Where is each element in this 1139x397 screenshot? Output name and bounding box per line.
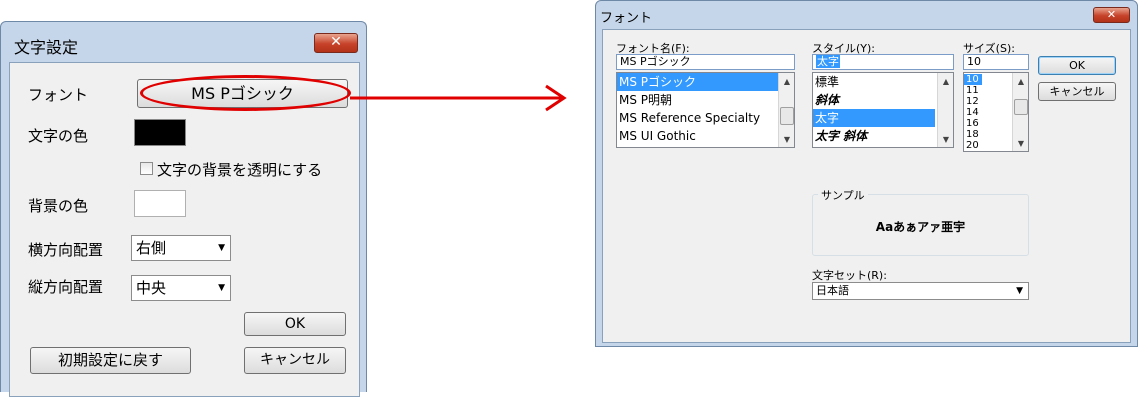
text-color-label: 文字の色 bbox=[28, 127, 89, 145]
chevron-down-icon: ▼ bbox=[218, 243, 225, 253]
scroll-down-icon[interactable]: ▼ bbox=[779, 135, 794, 144]
scroll-down-icon[interactable]: ▼ bbox=[1013, 139, 1028, 148]
list-item[interactable]: MS Reference Specialty bbox=[617, 109, 794, 127]
scrollbar[interactable]: ▲ ▼ bbox=[1012, 73, 1028, 151]
background-color-swatch[interactable] bbox=[134, 190, 186, 217]
scrollbar[interactable]: ▲ ▼ bbox=[778, 73, 794, 147]
charset-value: 日本語 bbox=[816, 284, 849, 297]
font-dialog: フォント ✕ フォント名(F): MS Pゴシック MS Pゴシック MS P明… bbox=[595, 0, 1138, 347]
font-label: フォント bbox=[28, 86, 89, 104]
vertical-align-select[interactable]: 中央 ▼ bbox=[131, 275, 231, 301]
sample-text: Aaあぁアァ亜宇 bbox=[875, 220, 966, 234]
scroll-up-icon[interactable]: ▲ bbox=[938, 77, 953, 86]
size-input[interactable]: 10 bbox=[963, 54, 1029, 70]
sample-label: サンプル bbox=[818, 187, 868, 203]
cancel-button[interactable]: キャンセル bbox=[244, 347, 346, 374]
scroll-thumb[interactable] bbox=[1014, 99, 1028, 115]
chevron-down-icon: ▼ bbox=[218, 283, 225, 293]
transparent-background-label: 文字の背景を透明にする bbox=[157, 161, 323, 179]
style-input-value: 太字 bbox=[816, 55, 840, 68]
close-button[interactable]: ✕ bbox=[314, 33, 358, 53]
dialog-client-area: フォント MS Pゴシック 文字の色 文字の背景を透明にする 背景の色 横方向配… bbox=[9, 62, 360, 397]
ok-button[interactable]: OK bbox=[244, 312, 346, 336]
list-item[interactable]: 太字 bbox=[813, 109, 935, 127]
background-color-label: 背景の色 bbox=[28, 197, 89, 215]
style-list[interactable]: 標準 斜体 太字 太字 斜体 ▲ ▼ bbox=[812, 72, 954, 148]
font-name-list[interactable]: MS Pゴシック MS P明朝 MS Reference Specialty M… bbox=[616, 72, 795, 148]
reset-defaults-button[interactable]: 初期設定に戻す bbox=[30, 347, 191, 374]
list-item[interactable]: MS UI Gothic bbox=[617, 127, 794, 145]
red-arrow bbox=[350, 84, 567, 112]
list-item[interactable]: 標準 bbox=[813, 73, 953, 91]
size-list[interactable]: 10 11 12 14 16 18 20 ▲ ▼ bbox=[963, 72, 1029, 152]
vertical-align-value: 中央 bbox=[136, 279, 167, 297]
highlight-ellipse bbox=[140, 75, 351, 111]
list-item[interactable]: MS P明朝 bbox=[617, 91, 794, 109]
scroll-down-icon[interactable]: ▼ bbox=[938, 135, 953, 144]
vertical-align-label: 縦方向配置 bbox=[28, 278, 104, 296]
list-item[interactable]: 10 bbox=[964, 74, 982, 85]
close-button[interactable]: ✕ bbox=[1093, 7, 1130, 23]
scroll-up-icon[interactable]: ▲ bbox=[1013, 77, 1028, 86]
scrollbar[interactable]: ▲ ▼ bbox=[937, 73, 953, 147]
horizontal-align-select[interactable]: 右側 ▼ bbox=[131, 235, 231, 261]
text-color-swatch[interactable] bbox=[134, 119, 186, 146]
list-item[interactable]: 斜体 bbox=[813, 91, 953, 109]
chevron-down-icon: ▼ bbox=[1016, 286, 1023, 296]
scroll-thumb[interactable] bbox=[780, 107, 794, 125]
horizontal-align-value: 右側 bbox=[136, 239, 167, 257]
style-input[interactable]: 太字 bbox=[812, 54, 954, 70]
cancel-button[interactable]: キャンセル bbox=[1038, 82, 1116, 101]
scroll-up-icon[interactable]: ▲ bbox=[779, 77, 794, 86]
charset-label: 文字セット(R): bbox=[812, 269, 887, 282]
text-settings-dialog: 文字設定 ✕ フォント MS Pゴシック 文字の色 文字の背景を透明にする 背景… bbox=[0, 21, 367, 397]
dialog-client-area: フォント名(F): MS Pゴシック MS Pゴシック MS P明朝 MS Re… bbox=[602, 29, 1131, 343]
list-item[interactable]: MS Pゴシック bbox=[617, 73, 794, 91]
transparent-background-checkbox[interactable] bbox=[140, 162, 153, 175]
dialog-title: フォント bbox=[600, 11, 653, 26]
charset-select[interactable]: 日本語 ▼ bbox=[812, 282, 1029, 300]
list-item[interactable]: 太字 斜体 bbox=[813, 127, 953, 145]
dialog-title: 文字設定 bbox=[14, 38, 79, 57]
horizontal-align-label: 横方向配置 bbox=[28, 241, 104, 259]
ok-button[interactable]: OK bbox=[1038, 56, 1116, 75]
font-name-input[interactable]: MS Pゴシック bbox=[616, 54, 795, 70]
